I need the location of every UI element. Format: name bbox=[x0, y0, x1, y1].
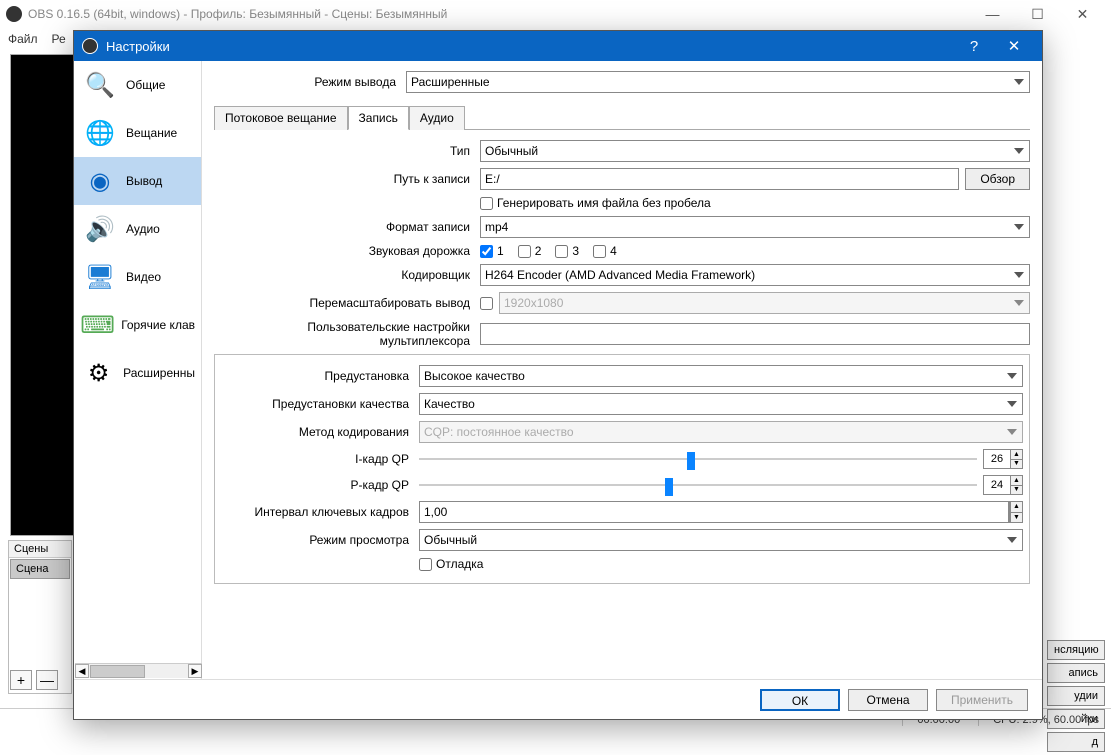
mux-label: Пользовательские настройки мультиплексор… bbox=[214, 320, 474, 348]
keyint-label: Интервал ключевых кадров bbox=[221, 505, 413, 519]
pframe-label: P-кадр QP bbox=[221, 478, 413, 492]
maximize-button[interactable]: ☐ bbox=[1015, 0, 1060, 28]
dialog-footer: ОК Отмена Применить bbox=[74, 679, 1042, 719]
scenes-header: Сцены bbox=[9, 541, 71, 558]
track-4-checkbox[interactable] bbox=[593, 245, 606, 258]
settings-content: Режим вывода Расширенные Потоковое вещан… bbox=[202, 61, 1042, 679]
preset-select[interactable]: Высокое качество bbox=[419, 365, 1023, 387]
globe-search-icon: 🔍 bbox=[80, 65, 120, 105]
encoder-settings-group: Предустановка Высокое качество Предустан… bbox=[214, 354, 1030, 584]
settings-dialog: Настройки ? ✕ 🔍Общие 🌐Вещание ◉Вывод 🔊Ау… bbox=[73, 30, 1043, 720]
scene-add-button[interactable]: + bbox=[10, 670, 32, 690]
rescale-select[interactable]: 1920x1080 bbox=[499, 292, 1030, 314]
gen-filename-label: Генерировать имя файла без пробела bbox=[497, 196, 711, 210]
debug-checkbox[interactable] bbox=[419, 558, 432, 571]
path-label: Путь к записи bbox=[214, 172, 474, 186]
nav-general[interactable]: 🔍Общие bbox=[74, 61, 201, 109]
encoder-select[interactable]: H264 Encoder (AMD Advanced Media Framewo… bbox=[480, 264, 1030, 286]
menu-file[interactable]: Файл bbox=[8, 32, 38, 46]
output-tabs: Потоковое вещание Запись Аудио bbox=[214, 105, 1030, 130]
gen-filename-checkbox[interactable] bbox=[480, 197, 493, 210]
settings-nav: 🔍Общие 🌐Вещание ◉Вывод 🔊Аудио 🖥Видео ⌨Го… bbox=[74, 61, 202, 679]
output-mode-select[interactable]: Расширенные bbox=[406, 71, 1030, 93]
pframe-slider[interactable] bbox=[419, 476, 977, 494]
tab-audio[interactable]: Аудио bbox=[409, 106, 465, 130]
track-3-checkbox[interactable] bbox=[555, 245, 568, 258]
nav-advanced[interactable]: ⚙Расширенны bbox=[74, 349, 201, 397]
gear-icon: ⚙ bbox=[80, 353, 117, 393]
mux-input[interactable] bbox=[480, 323, 1030, 345]
dialog-titlebar: Настройки ? ✕ bbox=[74, 31, 1042, 61]
track-1-checkbox[interactable] bbox=[480, 245, 493, 258]
method-label: Метод кодирования bbox=[221, 425, 413, 439]
tab-streaming[interactable]: Потоковое вещание bbox=[214, 106, 348, 130]
quality-preset-label: Предустановки качества bbox=[221, 397, 413, 411]
preview-area bbox=[10, 54, 75, 536]
main-titlebar: OBS 0.16.5 (64bit, windows) - Профиль: Б… bbox=[0, 0, 1111, 28]
quality-preset-select[interactable]: Качество bbox=[419, 393, 1023, 415]
iframe-slider[interactable] bbox=[419, 450, 977, 468]
dialog-title: Настройки bbox=[106, 39, 954, 54]
rescale-label: Перемасштабировать вывод bbox=[214, 296, 474, 310]
side-button[interactable]: нсляцию bbox=[1047, 640, 1105, 660]
side-button[interactable]: удии bbox=[1047, 686, 1105, 706]
nav-audio[interactable]: 🔊Аудио bbox=[74, 205, 201, 253]
antenna-icon: ◉ bbox=[80, 161, 120, 201]
side-button[interactable]: д bbox=[1047, 732, 1105, 752]
preset-label: Предустановка bbox=[221, 369, 413, 383]
keyboard-icon: ⌨ bbox=[80, 305, 115, 345]
debug-label: Отладка bbox=[436, 557, 483, 571]
type-select[interactable]: Обычный bbox=[480, 140, 1030, 162]
pframe-spin[interactable]: ▲▼ bbox=[983, 475, 1023, 495]
menu-edit[interactable]: Ре bbox=[52, 32, 66, 46]
scene-item[interactable]: Сцена bbox=[10, 559, 70, 579]
rescale-checkbox[interactable] bbox=[480, 297, 493, 310]
path-input[interactable] bbox=[480, 168, 959, 190]
format-label: Формат записи bbox=[214, 220, 474, 234]
ok-button[interactable]: ОК bbox=[760, 689, 840, 711]
nav-hotkeys[interactable]: ⌨Горячие клав bbox=[74, 301, 201, 349]
format-select[interactable]: mp4 bbox=[480, 216, 1030, 238]
main-title: OBS 0.16.5 (64bit, windows) - Профиль: Б… bbox=[28, 7, 970, 21]
nav-scrollbar[interactable]: ◀▶ bbox=[75, 663, 202, 678]
type-label: Тип bbox=[214, 144, 474, 158]
track-label: Звуковая дорожка bbox=[214, 244, 474, 258]
apply-button[interactable]: Применить bbox=[936, 689, 1028, 711]
tab-recording[interactable]: Запись bbox=[348, 106, 409, 130]
track-2-checkbox[interactable] bbox=[518, 245, 531, 258]
output-mode-label: Режим вывода bbox=[214, 75, 400, 89]
scene-remove-button[interactable]: — bbox=[36, 670, 58, 690]
nav-stream[interactable]: 🌐Вещание bbox=[74, 109, 201, 157]
speaker-icon: 🔊 bbox=[80, 209, 120, 249]
dialog-close-button[interactable]: ✕ bbox=[994, 31, 1034, 61]
close-button[interactable]: ✕ bbox=[1060, 0, 1105, 28]
cancel-button[interactable]: Отмена bbox=[848, 689, 928, 711]
method-select: CQP: постоянное качество bbox=[419, 421, 1023, 443]
minimize-button[interactable]: — bbox=[970, 0, 1015, 28]
dialog-help-button[interactable]: ? bbox=[954, 31, 994, 61]
keyint-input[interactable] bbox=[419, 501, 1009, 523]
viewmode-label: Режим просмотра bbox=[221, 533, 413, 547]
dialog-icon bbox=[82, 38, 98, 54]
browse-button[interactable]: Обзор bbox=[965, 168, 1030, 190]
nav-video[interactable]: 🖥Видео bbox=[74, 253, 201, 301]
iframe-spin[interactable]: ▲▼ bbox=[983, 449, 1023, 469]
iframe-label: I-кадр QP bbox=[221, 452, 413, 466]
monitor-icon: 🖥 bbox=[80, 257, 120, 297]
viewmode-select[interactable]: Обычный bbox=[419, 529, 1023, 551]
side-button[interactable]: апись bbox=[1047, 663, 1105, 683]
encoder-label: Кодировщик bbox=[214, 268, 474, 282]
nav-output[interactable]: ◉Вывод bbox=[74, 157, 201, 205]
globe-icon: 🌐 bbox=[80, 113, 120, 153]
app-icon bbox=[6, 6, 22, 22]
